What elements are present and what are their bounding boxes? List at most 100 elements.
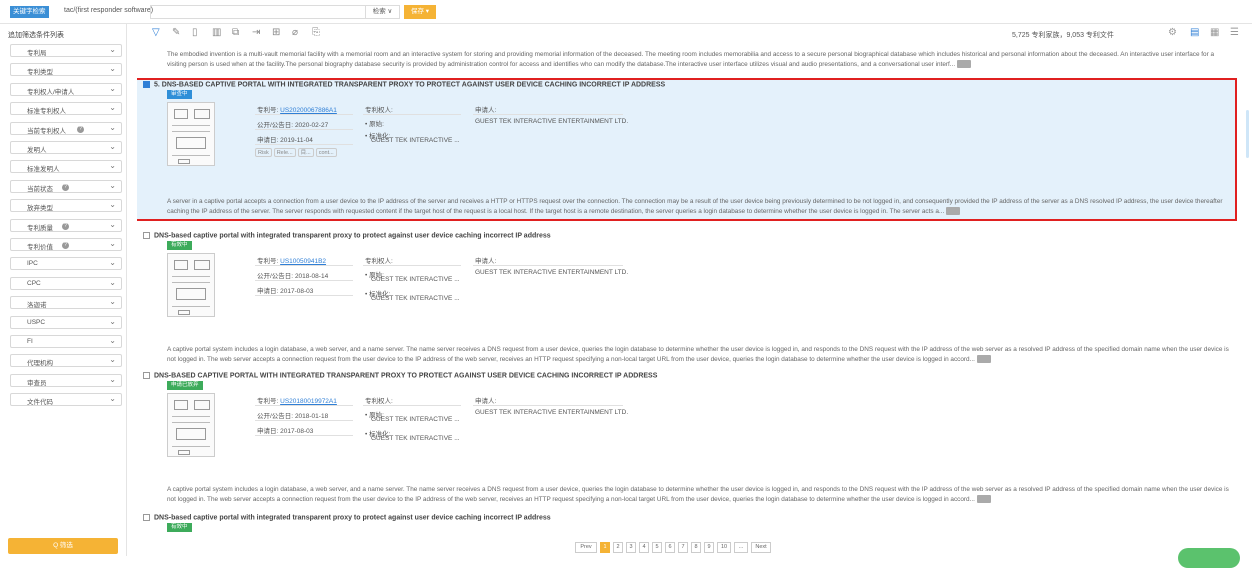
app-date-value: 2017-08-03 <box>280 288 314 295</box>
applicant-value[interactable]: GUEST TEK INTERACTIVE ENTERTAINMENT LTD. <box>475 118 628 125</box>
add-icon[interactable]: ⊞ <box>272 28 280 38</box>
filter-item[interactable]: 专利质量? ⌄ <box>10 218 122 232</box>
help-icon[interactable]: ? <box>62 183 69 191</box>
page-button[interactable]: 6 <box>665 542 675 553</box>
page-button[interactable]: 2 <box>613 542 623 553</box>
filter-item[interactable]: 代理机构 ⌄ <box>10 354 122 368</box>
chevron-down-icon: ⌄ <box>109 374 116 384</box>
applicant-value[interactable]: GUEST TEK INTERACTIVE ENTERTAINMENT LTD. <box>475 409 628 416</box>
tag-icon[interactable]: ⌀ <box>292 28 298 38</box>
original-assignee[interactable]: GUEST TEK INTERACTIVE ... <box>371 276 460 283</box>
page-button[interactable]: 10 <box>717 542 731 553</box>
result-title[interactable]: DNS-based captive portal with integrated… <box>143 514 551 521</box>
page-button[interactable]: 9 <box>704 542 714 553</box>
filter-item-label: 洛迦诺 <box>27 302 47 310</box>
standard-assignee[interactable]: GUEST TEK INTERACTIVE ... <box>371 137 460 144</box>
filter-item[interactable]: 洛迦诺 ⌄ <box>10 296 122 310</box>
checkbox[interactable] <box>143 372 150 379</box>
applicant-value[interactable]: GUEST TEK INTERACTIVE ENTERTAINMENT LTD. <box>475 269 628 276</box>
filter-item[interactable]: 标准专利权人 ⌄ <box>10 102 122 116</box>
search-input[interactable] <box>150 5 366 19</box>
share-icon[interactable]: ⎘ <box>312 28 320 38</box>
filter-item[interactable]: 专利类型 ⌄ <box>10 63 122 77</box>
patent-number-link[interactable]: US10050941B2 <box>280 258 326 265</box>
filter-item[interactable]: CPC ⌄ <box>10 276 122 290</box>
filter-item[interactable]: USPC ⌄ <box>10 315 122 329</box>
page-button[interactable]: 3 <box>626 542 636 553</box>
tag-chip[interactable]: cont... <box>315 148 337 157</box>
assignee-label: 专利权人: <box>365 258 393 265</box>
compact-view-icon[interactable]: ☰ <box>1230 28 1239 38</box>
app-date-value: 2019-11-04 <box>280 137 313 144</box>
page-button[interactable]: 4 <box>639 542 649 553</box>
pen-icon[interactable]: ✎ <box>172 28 180 38</box>
patent-drawing-thumbnail[interactable] <box>167 253 215 317</box>
patent-drawing-thumbnail[interactable] <box>167 393 215 457</box>
filter-item[interactable]: 专利价值? ⌄ <box>10 238 122 251</box>
search-dropdown[interactable]: 检索 ∨ <box>366 5 400 19</box>
filter-item[interactable]: 审查员 ⌄ <box>10 373 122 387</box>
patent-number-link[interactable]: US20180019972A1 <box>280 398 337 405</box>
chart-icon[interactable]: ▥ <box>212 28 221 38</box>
copy-icon[interactable]: ⧉ <box>232 28 239 38</box>
filter-item-label: 审查员 <box>27 379 47 387</box>
grid-view-icon[interactable]: ▦ <box>1210 28 1219 38</box>
filter-item[interactable]: 放弃类型 ⌄ <box>10 199 122 213</box>
chevron-down-icon: ⌄ <box>109 64 116 74</box>
tag-chip[interactable]: Risk <box>255 148 272 157</box>
help-icon[interactable]: ? <box>62 242 69 249</box>
filter-item[interactable]: 当前专利权人? ⌄ <box>10 121 122 135</box>
patent-drawing-thumbnail[interactable] <box>167 102 215 166</box>
status-badge: 审查中 <box>167 90 192 99</box>
filter-button[interactable]: Q 筛选 <box>8 538 118 554</box>
more-icon[interactable] <box>976 495 991 504</box>
filter-item[interactable]: 文件代码 ⌄ <box>10 393 122 407</box>
floating-action-button[interactable] <box>1178 548 1240 568</box>
filter-item[interactable]: FI ⌄ <box>10 335 122 348</box>
standard-assignee[interactable]: GUEST TEK INTERACTIVE ... <box>371 295 460 302</box>
tag-chip[interactable]: 目... <box>297 148 314 157</box>
chevron-down-icon: ⌄ <box>109 122 116 132</box>
applicant-label: 申请人: <box>475 398 497 405</box>
filter-icon[interactable]: ▽ <box>152 28 160 38</box>
previous-abstract: The embodied invention is a multi-vault … <box>167 51 1215 69</box>
result-title[interactable]: DNS-based captive portal with integrated… <box>143 232 551 239</box>
prev-page-button[interactable]: Prev <box>575 542 597 553</box>
page-button[interactable]: 7 <box>678 542 688 553</box>
query-text[interactable]: tac/(first responder software) <box>64 7 153 14</box>
pub-no-label: 专利号: <box>257 107 279 114</box>
filter-item[interactable]: 标准发明人 ⌄ <box>10 160 122 174</box>
query-type-tag[interactable]: 关键字检索 <box>10 6 49 18</box>
pub-date-label: 公开/公告日: <box>257 413 294 420</box>
filter-item[interactable]: 当前状态? ⌄ <box>10 179 122 193</box>
filter-item[interactable]: 专利局 ⌄ <box>10 44 122 57</box>
patent-number-link[interactable]: US20200067886A1 <box>280 107 337 114</box>
gear-icon[interactable]: ⚙ <box>1168 28 1177 38</box>
save-button[interactable]: 保存 ▾ <box>404 5 436 19</box>
help-icon[interactable]: ? <box>77 125 84 133</box>
filter-item[interactable]: 发明人 ⌄ <box>10 141 122 154</box>
filter-item[interactable]: IPC ⌄ <box>10 257 122 271</box>
standard-assignee[interactable]: GUEST TEK INTERACTIVE ... <box>371 435 460 442</box>
more-icon[interactable] <box>976 355 991 364</box>
page-button[interactable]: 8 <box>691 542 701 553</box>
page-button[interactable]: 5 <box>652 542 662 553</box>
more-icon[interactable] <box>946 207 961 216</box>
page-button[interactable]: 1 <box>600 542 610 553</box>
checkbox[interactable] <box>143 232 150 239</box>
help-icon[interactable]: ? <box>62 222 69 230</box>
export-icon[interactable]: ⇥ <box>252 28 260 38</box>
checkbox[interactable] <box>143 81 150 88</box>
result-title[interactable]: DNS-BASED CAPTIVE PORTAL WITH INTEGRATED… <box>143 372 657 379</box>
book-icon[interactable]: ▯ <box>192 28 198 38</box>
next-page-button[interactable]: Next <box>751 542 771 553</box>
list-view-icon[interactable]: ▤ <box>1190 28 1199 38</box>
scrollbar[interactable] <box>1246 110 1249 158</box>
checkbox[interactable] <box>143 514 150 521</box>
original-assignee[interactable]: GUEST TEK INTERACTIVE ... <box>371 416 460 423</box>
result-title[interactable]: 5. DNS-BASED CAPTIVE PORTAL WITH INTEGRA… <box>143 81 665 88</box>
more-icon[interactable] <box>957 60 972 69</box>
filter-item[interactable]: 专利权人/申请人 ⌄ <box>10 82 122 96</box>
tag-chip[interactable]: Rele... <box>273 148 296 157</box>
page-button[interactable]: ... <box>734 542 748 553</box>
